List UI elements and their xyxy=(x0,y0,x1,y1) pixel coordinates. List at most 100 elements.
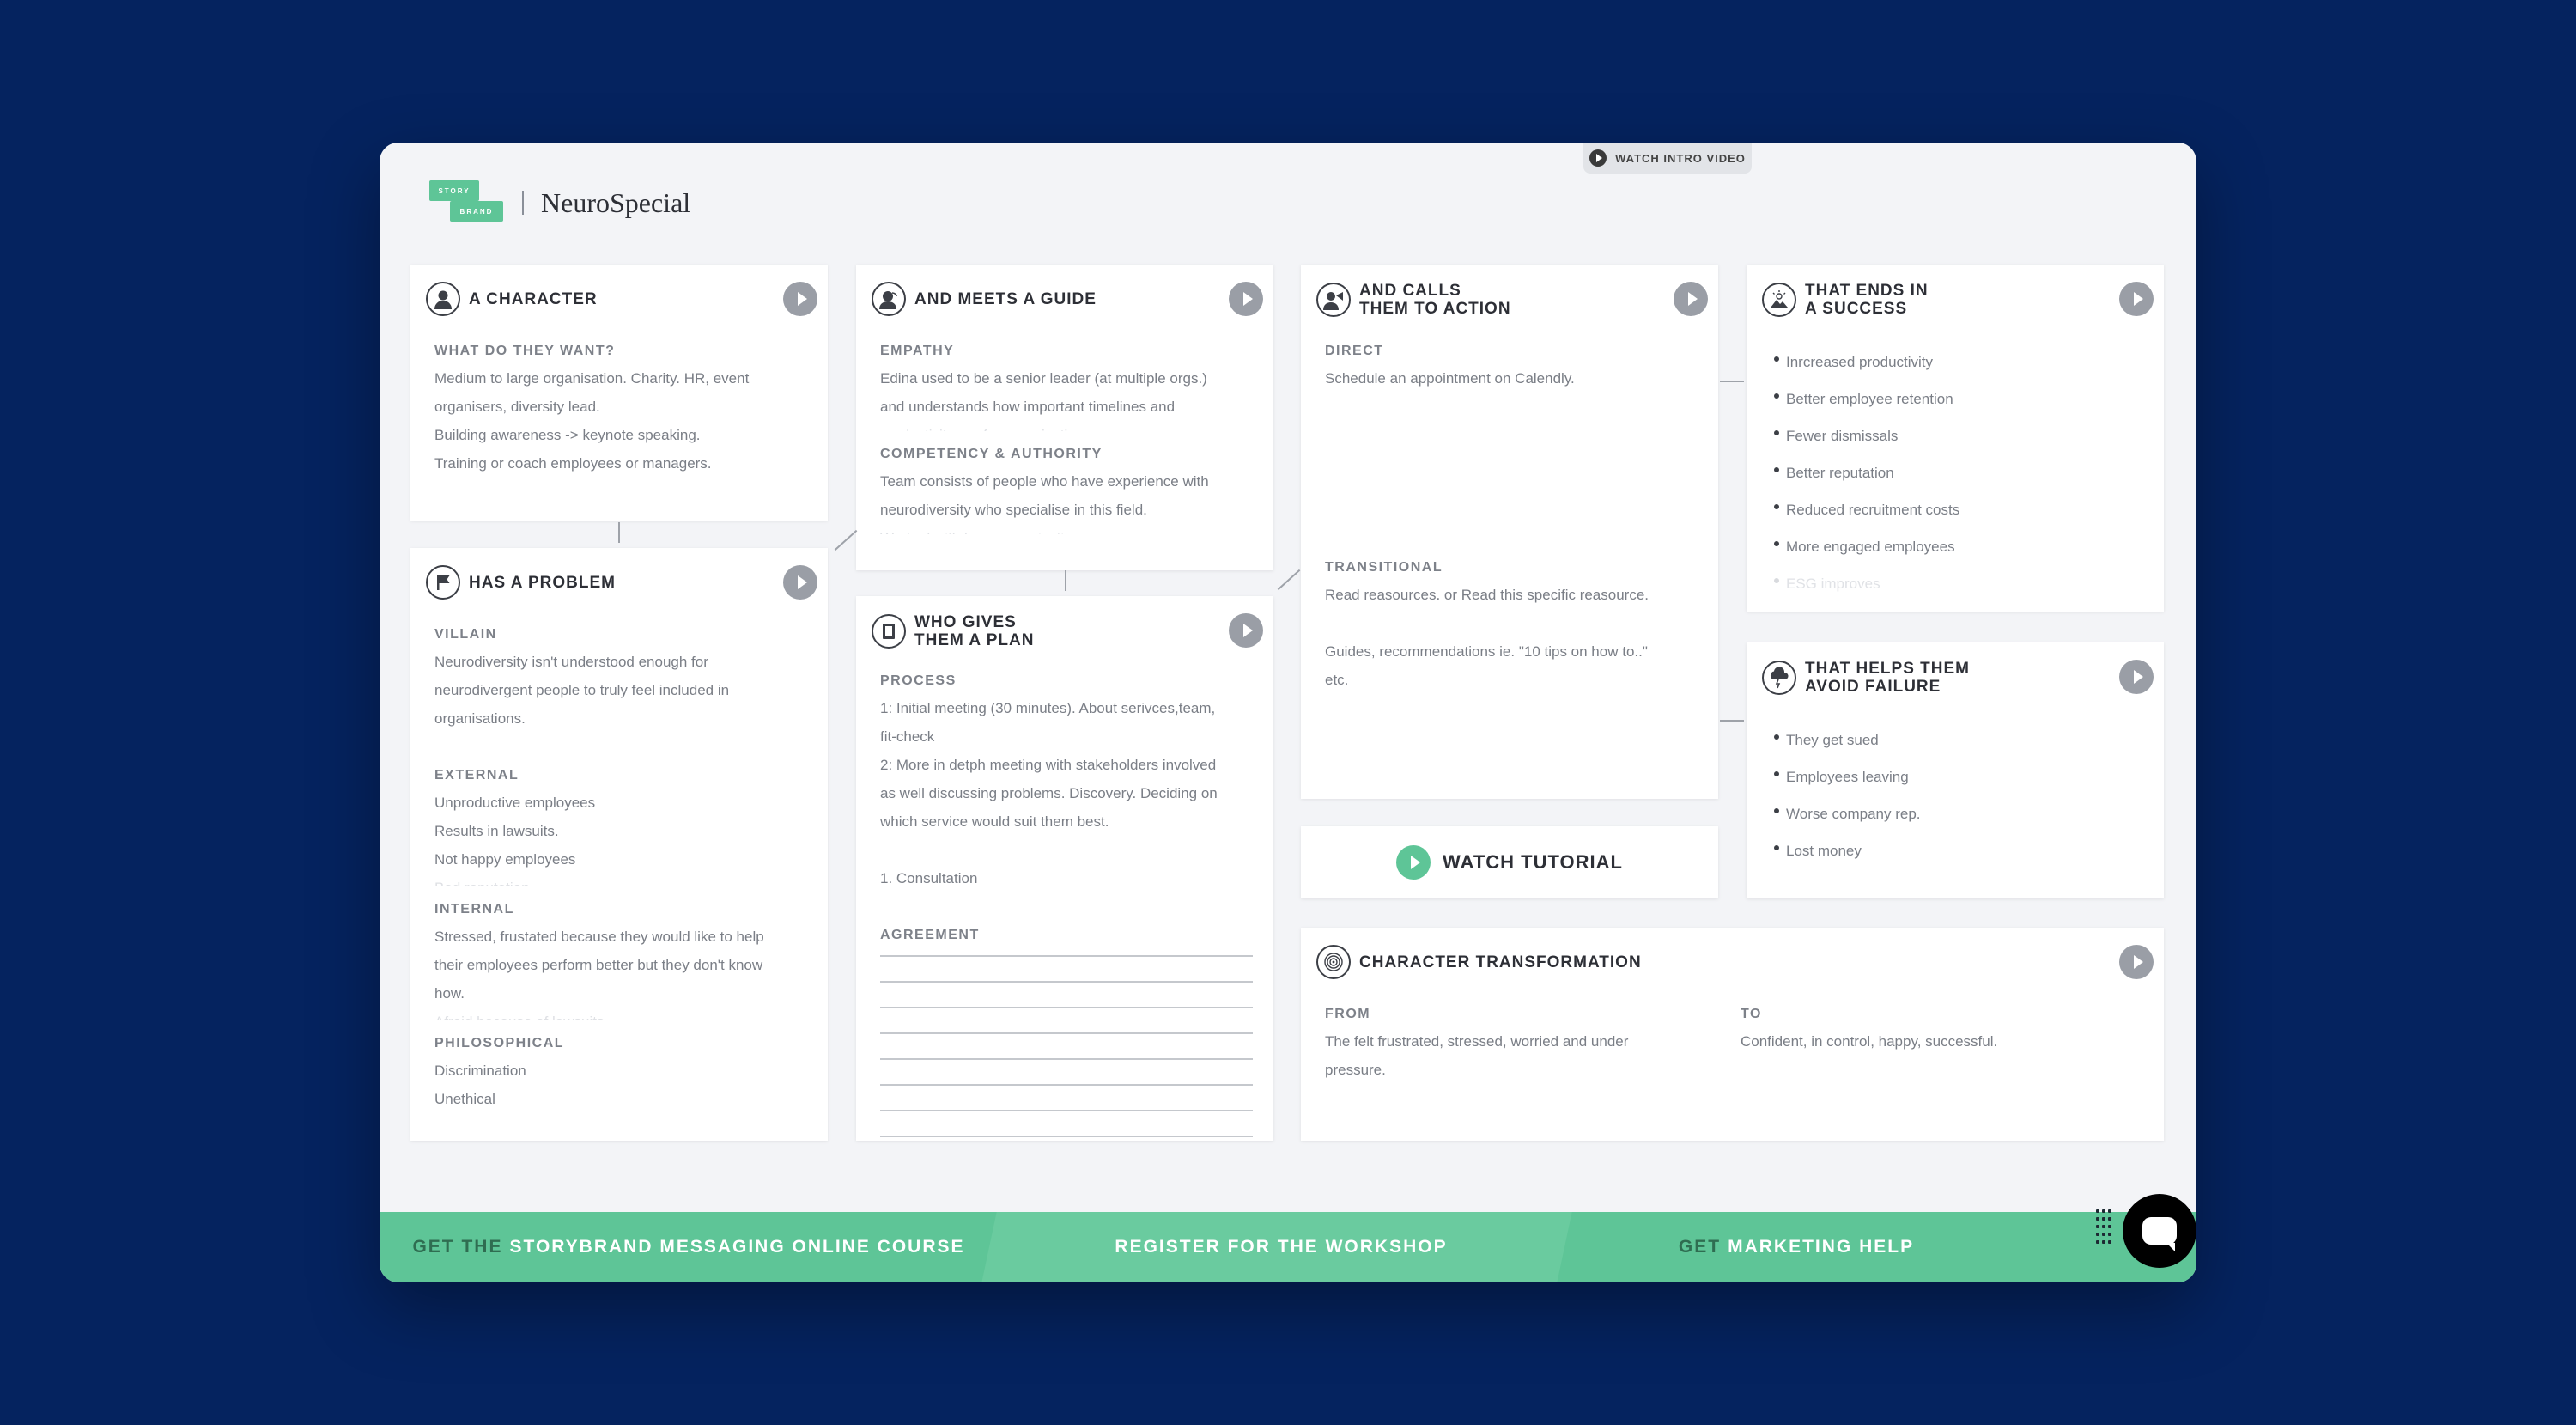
character-play-button[interactable] xyxy=(783,282,817,316)
guide-card[interactable]: AND MEETS A GUIDE EMPATHY Edina used to … xyxy=(856,265,1273,570)
failure-card[interactable]: THAT HELPS THEM AVOID FAILURE They get s… xyxy=(1747,642,2164,898)
marketing-help-link[interactable]: GET MARKETING HELP xyxy=(1564,1212,2028,1282)
agreement-line xyxy=(880,1058,1253,1060)
course-link-prefix: GET THE xyxy=(412,1237,503,1257)
book-icon xyxy=(872,614,906,649)
from-text: pressure. xyxy=(1325,1062,1386,1078)
process-text: as well discussing problems. Discovery. … xyxy=(880,785,1218,801)
help-link-label: MARKETING HELP xyxy=(1728,1237,1915,1257)
internal-text: their employees perform better but they … xyxy=(434,957,763,973)
list-item: Inrcreased productivity xyxy=(1771,344,2143,381)
flag-icon xyxy=(426,565,460,600)
play-icon xyxy=(1589,149,1607,167)
process-label: PROCESS xyxy=(880,673,957,688)
card-title-line: THEM TO ACTION xyxy=(1359,300,1511,318)
action-play-button[interactable] xyxy=(1674,282,1708,316)
card-title: AND MEETS A GUIDE xyxy=(914,289,1097,308)
process-text: 2. Training, coaching or speaking xyxy=(880,892,1253,901)
transitional-text: Read reasources. or Read this specific r… xyxy=(1325,587,1649,603)
fingerprint-icon xyxy=(1316,945,1351,979)
logo-word-brand: BRAND xyxy=(450,201,503,222)
external-text: Unproductive employees xyxy=(434,795,596,811)
internal-text: how. xyxy=(434,985,465,1002)
empathy-text: Edina used to be a senior leader (at mul… xyxy=(880,370,1207,387)
watch-tutorial-label: WATCH TUTORIAL xyxy=(1443,851,1623,873)
drag-handle-icon[interactable] xyxy=(2096,1209,2111,1245)
agreement-label: AGREEMENT xyxy=(880,928,980,942)
villain-label: VILLAIN xyxy=(434,627,497,642)
success-card[interactable]: THAT ENDS IN A SUCCESS Inrcreased produc… xyxy=(1747,265,2164,612)
brand-header: STORY BRAND NeuroSpecial xyxy=(429,180,690,225)
plan-play-button[interactable] xyxy=(1229,613,1263,648)
help-link-prefix: GET xyxy=(1678,1237,1722,1257)
agreement-line xyxy=(880,1007,1253,1008)
success-list: Inrcreased productivity Better employee … xyxy=(1771,344,2143,596)
list-item: Better employee retention xyxy=(1771,381,2143,417)
workshop-link[interactable]: REGISTER FOR THE WORKSHOP xyxy=(998,1212,1564,1282)
process-text: which service would suit them best. xyxy=(880,813,1109,830)
logo-word-story: STORY xyxy=(429,180,479,201)
watch-intro-video-button[interactable]: WATCH INTRO VIDEO xyxy=(1583,143,1752,174)
card-title-line: AVOID FAILURE xyxy=(1805,678,1941,696)
philosophical-text: Discrimination xyxy=(434,1063,526,1079)
list-item: Employees leaving xyxy=(1771,758,2143,795)
empathy-text: and understands how important timelines … xyxy=(880,399,1176,415)
empathy-label: EMPATHY xyxy=(880,344,955,358)
problem-card[interactable]: HAS A PROBLEM VILLAIN Neurodiversity isn… xyxy=(410,548,828,1141)
watch-tutorial-button[interactable]: WATCH TUTORIAL xyxy=(1301,826,1718,898)
connector-arrow xyxy=(1720,381,1744,382)
problem-play-button[interactable] xyxy=(783,565,817,600)
transformation-card[interactable]: CHARACTER TRANSFORMATION FROM The felt f… xyxy=(1301,928,2164,1141)
card-title-line: A SUCCESS xyxy=(1805,300,1908,318)
action-card[interactable]: AND CALLS THEM TO ACTION DIRECT Schedule… xyxy=(1301,265,1718,799)
transitional-text xyxy=(1325,609,1698,637)
authority-text: Worked with large organisations. xyxy=(880,524,1253,534)
list-item: Reduced recruitment costs xyxy=(1771,491,2143,528)
list-item: Worse company rep. xyxy=(1771,795,2143,832)
project-title: NeuroSpecial xyxy=(541,186,691,218)
philosophical-text: Unethical xyxy=(434,1091,495,1107)
card-title-line: THAT ENDS IN xyxy=(1805,282,1929,300)
agreement-line xyxy=(880,1136,1253,1137)
process-text xyxy=(880,836,1253,864)
success-play-button[interactable] xyxy=(2119,282,2154,316)
list-item: Lost money xyxy=(1771,832,2143,869)
to-label: TO xyxy=(1741,1007,1762,1021)
chat-button[interactable] xyxy=(2123,1194,2196,1268)
transformation-play-button[interactable] xyxy=(2119,945,2154,979)
authority-text: neurodiversity who specialise in this fi… xyxy=(880,502,1147,518)
external-text: Not happy employees xyxy=(434,851,576,868)
storybrand-canvas: WATCH INTRO VIDEO STORY BRAND NeuroSpeci… xyxy=(380,143,2196,1282)
person-icon xyxy=(426,282,460,316)
transitional-text: Guides, recommendations ie. "10 tips on … xyxy=(1325,643,1648,660)
card-title-line: THEM A PLAN xyxy=(914,631,1035,649)
agreement-line xyxy=(880,1084,1253,1086)
agreement-line xyxy=(880,1032,1253,1034)
connector-arrow xyxy=(834,529,858,551)
card-title: A CHARACTER xyxy=(469,289,598,308)
logo-divider xyxy=(522,191,524,215)
connector-arrow xyxy=(1720,720,1744,722)
plan-card[interactable]: WHO GIVES THEM A PLAN PROCESS 1: Initial… xyxy=(856,596,1273,1141)
list-item: Better reputation xyxy=(1771,454,2143,491)
external-label: EXTERNAL xyxy=(434,768,519,783)
failure-play-button[interactable] xyxy=(2119,660,2154,694)
guide-play-button[interactable] xyxy=(1229,282,1263,316)
internal-text: Afraid because of lawsuits xyxy=(434,1008,807,1020)
direct-text: Schedule an appointment on Calendly. xyxy=(1325,370,1575,387)
play-icon xyxy=(1396,845,1431,880)
card-title-line: AND CALLS xyxy=(1359,282,1461,300)
transitional-label: TRANSITIONAL xyxy=(1325,560,1443,575)
empathy-text: productivity are for organisations. xyxy=(880,421,1253,431)
direct-label: DIRECT xyxy=(1325,344,1384,358)
watch-intro-video-label: WATCH INTRO VIDEO xyxy=(1615,151,1746,165)
failure-list: They get sued Employees leaving Worse co… xyxy=(1771,722,2143,869)
card-title: HAS A PROBLEM xyxy=(469,573,616,592)
storybrand-logo: STORY BRAND xyxy=(429,180,503,225)
character-card[interactable]: A CHARACTER WHAT DO THEY WANT? Medium to… xyxy=(410,265,828,521)
external-text: Results in lawsuits. xyxy=(434,823,559,839)
sunrise-icon xyxy=(1762,283,1796,317)
guide-icon xyxy=(872,282,906,316)
course-link[interactable]: GET THE STORYBRAND MESSAGING ONLINE COUR… xyxy=(380,1212,998,1282)
agreement-line xyxy=(880,981,1253,983)
